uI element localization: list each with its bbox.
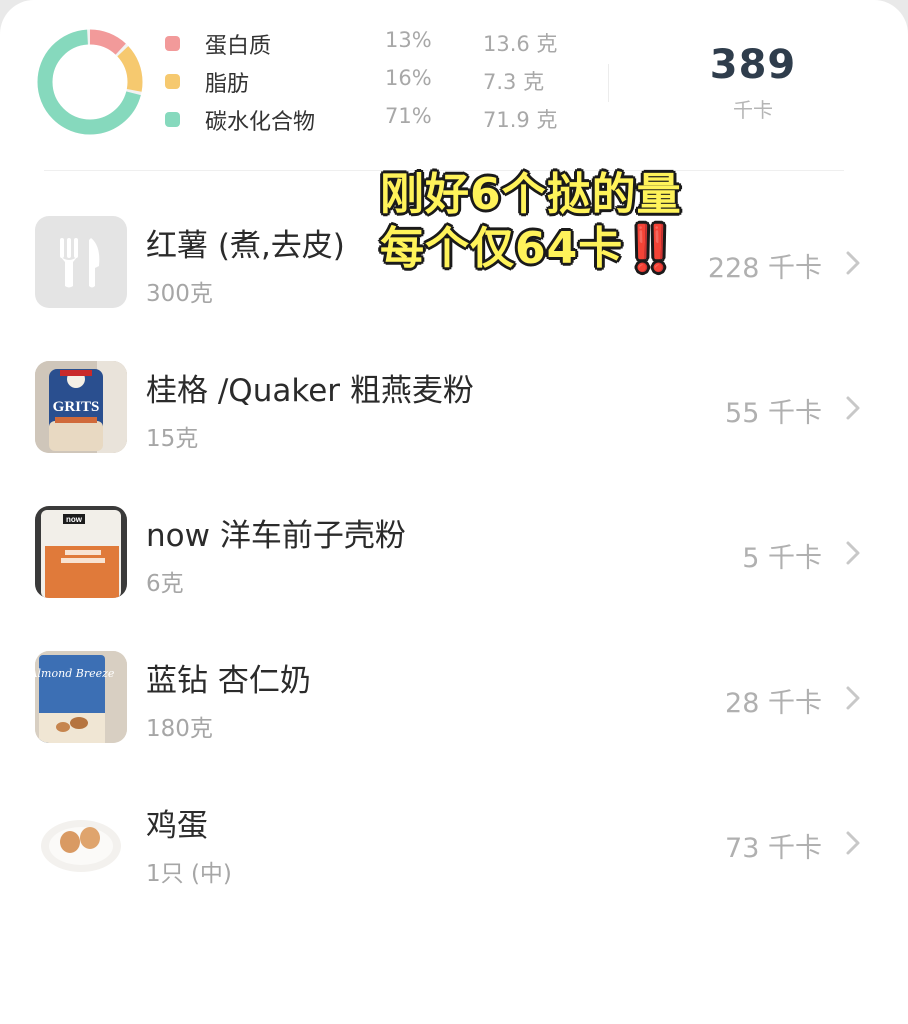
overlay-line-2: 每个仅64卡‼️ [380, 222, 710, 276]
macro-grams: 13.6 克 [483, 32, 558, 56]
food-name: 蓝钻 杏仁奶 [146, 663, 311, 699]
photo-label: now [66, 515, 83, 524]
macro-grams: 71.9 克 [483, 108, 558, 132]
food-amount: 15克 [146, 426, 199, 452]
macro-name: 蛋白质 [205, 34, 272, 59]
food-calories: 28 千卡 [725, 688, 822, 719]
protein-color-dot [165, 36, 180, 51]
chevron-right-icon [846, 541, 860, 565]
psyllium-powder-photo: now [35, 506, 127, 598]
fat-color-dot [165, 74, 180, 89]
overlay-line-2-text: 每个仅64卡 [380, 223, 624, 274]
eggs-photo [35, 796, 127, 888]
food-item-quaker-grits[interactable]: GRITS 桂格 /Quaker 粗燕麦粉 15克 55 千卡 [0, 361, 908, 481]
chevron-right-icon [846, 251, 860, 275]
chevron-right-icon [846, 831, 860, 855]
food-name: 桂格 /Quaker 粗燕麦粉 [146, 373, 474, 409]
food-name: 鸡蛋 [146, 808, 208, 844]
total-calories-unit: 千卡 [733, 98, 773, 122]
food-item-psyllium-husk[interactable]: now now 洋车前子壳粉 6克 5 千卡 [0, 506, 908, 626]
food-item-almond-milk[interactable]: Almond Breeze 蓝钻 杏仁奶 180克 28 千卡 [0, 651, 908, 771]
almond-breeze-photo: Almond Breeze [35, 651, 127, 743]
macro-donut-chart [37, 29, 143, 135]
food-amount: 300克 [146, 281, 213, 307]
food-calories: 73 千卡 [725, 833, 822, 864]
quaker-grits-photo: GRITS [35, 361, 127, 453]
overlay-line-1: 刚好6个挞的量 [380, 169, 682, 220]
photo-label: GRITS [53, 399, 100, 415]
chevron-right-icon [846, 686, 860, 710]
food-amount: 180克 [146, 716, 213, 742]
food-amount: 1只 (中) [146, 861, 232, 887]
food-item-egg[interactable]: 鸡蛋 1只 (中) 73 千卡 [0, 796, 908, 916]
food-calories: 228 千卡 [707, 253, 822, 284]
macro-percent: 13% [385, 28, 432, 52]
macro-name: 脂肪 [205, 72, 250, 97]
macro-percent: 16% [385, 66, 432, 90]
summary-divider [608, 64, 609, 102]
macro-grams: 7.3 克 [483, 70, 545, 94]
overlay-caption: 刚好6个挞的量 每个仅64卡‼️ [380, 168, 710, 276]
carbs-color-dot [165, 112, 180, 127]
macro-percent: 71% [385, 104, 432, 128]
photo-label: Almond Breeze [35, 667, 115, 680]
double-exclamation-icon: ‼️ [623, 223, 680, 274]
food-name: now 洋车前子壳粉 [146, 518, 406, 554]
fork-knife-icon [35, 216, 127, 308]
food-calories: 5 千卡 [742, 543, 822, 574]
food-name: 红薯 (煮,去皮) [146, 228, 345, 264]
food-amount: 6克 [146, 571, 184, 597]
diary-card: 蛋白质 13% 13.6 克 脂肪 16% 7.3 克 碳水化合物 71% 71… [0, 0, 908, 1024]
food-calories: 55 千卡 [725, 398, 822, 429]
chevron-right-icon [846, 396, 860, 420]
macro-name: 碳水化合物 [205, 110, 316, 135]
total-calories: 389 [709, 42, 797, 88]
